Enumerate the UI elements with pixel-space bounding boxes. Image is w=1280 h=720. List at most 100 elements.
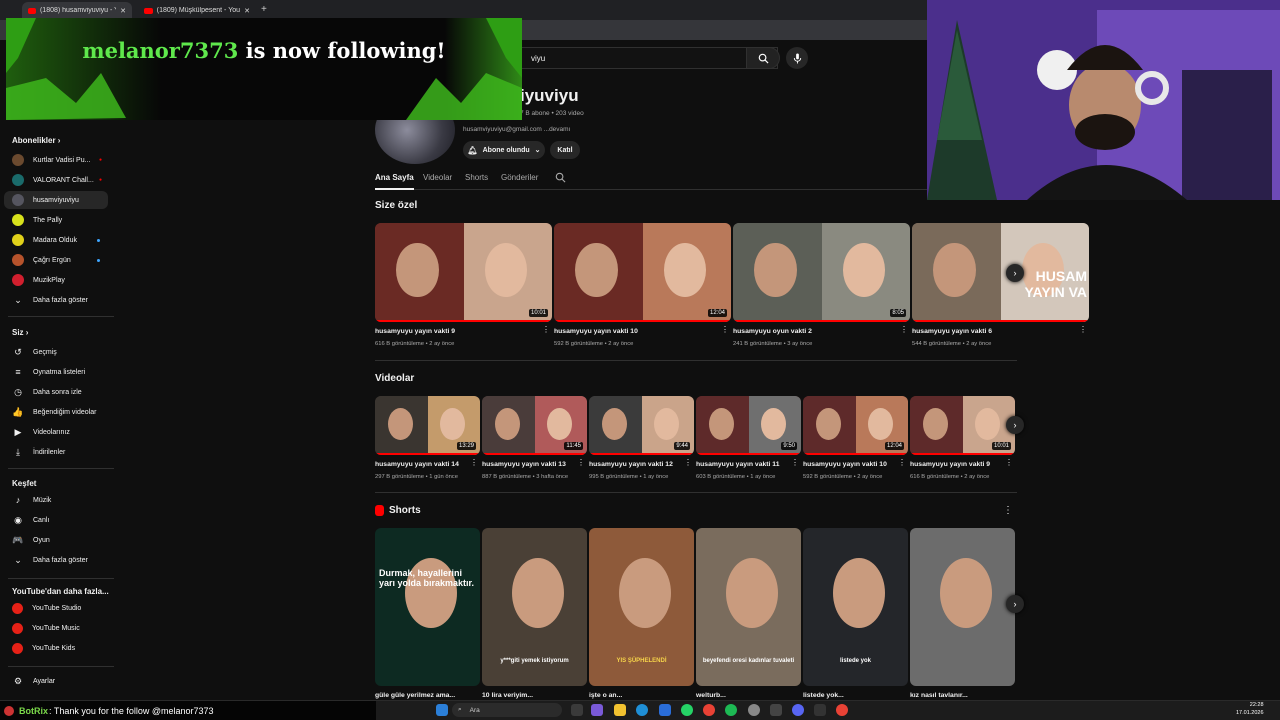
- short-title[interactable]: welturb...: [696, 692, 801, 699]
- video-title[interactable]: husamyuyu oyun vakti 2: [733, 328, 910, 335]
- video-title[interactable]: husamyuyu yayın vakti 11: [696, 461, 801, 468]
- subscribed-button[interactable]: 🔔︎ Abone olundu ⌄: [463, 141, 545, 159]
- join-button[interactable]: Katıl: [550, 141, 580, 159]
- short-title[interactable]: 10 lira veriyim...: [482, 692, 587, 699]
- subscription-item[interactable]: The Pally: [4, 211, 108, 229]
- video-title[interactable]: husamyuyu yayın vakti 9: [910, 461, 1015, 468]
- close-tab-icon[interactable]: ✕: [244, 7, 250, 15]
- sidebar-item[interactable]: ▶ Videolarınız: [4, 423, 108, 441]
- short-thumbnail[interactable]: Durmak, hayallerini yarı yolda bırakmakt…: [375, 528, 480, 686]
- sidebar-item[interactable]: ⌄ Daha fazla göster: [4, 551, 108, 569]
- task-view-icon[interactable]: [571, 704, 583, 716]
- video-title[interactable]: husamyuyu yayın vakti 10: [803, 461, 908, 468]
- video-thumbnail[interactable]: 8:05: [733, 223, 910, 322]
- video-card[interactable]: 13:29 husamyuyu yayın vakti 14 ⋮ 297 B görü…: [375, 396, 480, 480]
- video-title[interactable]: husamyuyu yayın vakti 10: [554, 328, 731, 335]
- discord-icon[interactable]: [792, 704, 804, 716]
- sidebar-item[interactable]: ♪ Müzik: [4, 491, 108, 509]
- whatsapp-icon[interactable]: [681, 704, 693, 716]
- short-thumbnail[interactable]: YIS ŞÜPHELENDİ: [589, 528, 694, 686]
- sidebar-item[interactable]: YouTube Kids: [4, 639, 108, 657]
- sidebar-item[interactable]: 👍 Beğendiğim videolar: [4, 403, 108, 421]
- file-explorer-icon[interactable]: [614, 704, 626, 716]
- sidebar-item[interactable]: ↺ Geçmiş: [4, 343, 108, 361]
- short-thumbnail[interactable]: [910, 528, 1015, 686]
- tab-home[interactable]: Ana Sayfa: [375, 173, 414, 190]
- video-card[interactable]: 10:01 husamyuyu yayın vakti 9 ⋮ 616 B görün…: [910, 396, 1015, 480]
- more-options-icon[interactable]: ⋮: [900, 325, 908, 334]
- tab-videos[interactable]: Videolar: [423, 173, 452, 182]
- chrome-icon[interactable]: [836, 704, 848, 716]
- video-card[interactable]: 9:50 husamyuyu yayın vakti 11 ⋮ 603 B görün…: [696, 396, 801, 480]
- more-options-icon[interactable]: ⋮: [1003, 505, 1013, 516]
- more-options-icon[interactable]: ⋮: [542, 325, 550, 334]
- video-card[interactable]: 11:45 husamyuyu yayın vakti 13 ⋮ 887 B görü…: [482, 396, 587, 480]
- windows-start-icon[interactable]: [436, 704, 448, 716]
- more-options-icon[interactable]: ⋮: [470, 458, 478, 467]
- settings-app-icon[interactable]: [748, 704, 760, 716]
- videos-heading[interactable]: Videolar: [375, 373, 414, 384]
- app-icon[interactable]: [770, 704, 782, 716]
- browser-tab[interactable]: (1809) Müşkülpesent - YouTube ✕: [138, 2, 256, 19]
- video-thumbnail[interactable]: 10:01: [375, 223, 552, 322]
- chrome-icon[interactable]: [703, 704, 715, 716]
- sidebar-item[interactable]: 🎮 Oyun: [4, 531, 108, 549]
- sidebar-item[interactable]: YouTube Music: [4, 619, 108, 637]
- short-thumbnail[interactable]: beyefendi oresi kadınlar tuvaleti: [696, 528, 801, 686]
- more-options-icon[interactable]: ⋮: [898, 458, 906, 467]
- shelf-next-button[interactable]: ›: [1006, 416, 1024, 434]
- video-thumbnail[interactable]: 9:44: [589, 396, 694, 455]
- settings-item[interactable]: ⚙ Ayarlar: [4, 672, 108, 690]
- short-card[interactable]: YIS ŞÜPHELENDİ işte o an...: [589, 528, 694, 699]
- channel-description[interactable]: husamviyuviyu@gmail.com ...devamı: [463, 126, 570, 133]
- subs-show-more[interactable]: ⌄ Daha fazla göster: [4, 291, 108, 309]
- video-title[interactable]: husamyuyu yayın vakti 13: [482, 461, 587, 468]
- you-heading[interactable]: Siz ›: [12, 328, 28, 337]
- video-thumbnail[interactable]: 9:50: [696, 396, 801, 455]
- short-card[interactable]: y***giti yemek istiyorum 10 lira veriyim.…: [482, 528, 587, 699]
- sidebar-item[interactable]: ≡ Oynatma listeleri: [4, 363, 108, 381]
- search-button[interactable]: [746, 47, 780, 69]
- video-card[interactable]: 12:04 husamyuyu yayın vakti 10 ⋮ 592 B görü…: [803, 396, 908, 480]
- tab-posts[interactable]: Gönderiler: [501, 173, 538, 182]
- short-card[interactable]: kız nasıl tavlanır...: [910, 528, 1015, 699]
- short-card[interactable]: beyefendi oresi kadınlar tuvaleti welturb…: [696, 528, 801, 699]
- video-card[interactable]: 10:01 husamyuyu yayın vakti 9 ⋮ 616 B görün…: [375, 223, 552, 347]
- video-title[interactable]: husamyuyu yayın vakti 14: [375, 461, 480, 468]
- video-card[interactable]: 9:44 husamyuyu yayın vakti 12 ⋮ 995 B görün…: [589, 396, 694, 480]
- subscription-item[interactable]: VALORANT Chall... ●: [4, 171, 108, 189]
- video-thumbnail[interactable]: 10:01: [910, 396, 1015, 455]
- more-options-icon[interactable]: ⋮: [1005, 458, 1013, 467]
- copilot-icon[interactable]: [591, 704, 603, 716]
- video-thumbnail[interactable]: 11:45: [482, 396, 587, 455]
- shelf-next-button[interactable]: ›: [1006, 595, 1024, 613]
- short-title[interactable]: kız nasıl tavlanır...: [910, 692, 1015, 699]
- sidebar-item[interactable]: ⤓ İndirilenler: [4, 443, 108, 461]
- video-thumbnail[interactable]: 12:04: [803, 396, 908, 455]
- short-title[interactable]: listede yok...: [803, 692, 908, 699]
- subscription-item[interactable]: husamviyuviyu: [4, 191, 108, 209]
- more-options-icon[interactable]: ⋮: [684, 458, 692, 467]
- spotify-icon[interactable]: [725, 704, 737, 716]
- video-card[interactable]: 8:05 husamyuyu oyun vakti 2 ⋮ 241 B görüntü…: [733, 223, 910, 347]
- shelf-next-button[interactable]: ›: [1006, 264, 1024, 282]
- short-thumbnail[interactable]: y***giti yemek istiyorum: [482, 528, 587, 686]
- new-tab-icon[interactable]: +: [261, 4, 267, 15]
- more-options-icon[interactable]: ⋮: [791, 458, 799, 467]
- video-title[interactable]: husamyuyu yayın vakti 6: [912, 328, 1089, 335]
- short-card[interactable]: listede yok listede yok...: [803, 528, 908, 699]
- short-card[interactable]: Durmak, hayallerini yarı yolda bırakmakt…: [375, 528, 480, 699]
- video-card[interactable]: 12:04 husamyuyu yayın vakti 10 ⋮ 592 B görü…: [554, 223, 731, 347]
- system-clock[interactable]: 22:28 17.01.2026: [1236, 701, 1264, 717]
- tab-shorts[interactable]: Shorts: [465, 173, 488, 182]
- subscription-item[interactable]: Madara Olduk: [4, 231, 108, 249]
- short-thumbnail[interactable]: listede yok: [803, 528, 908, 686]
- video-thumbnail[interactable]: 12:04: [554, 223, 731, 322]
- video-card[interactable]: HUSAM YAYIN VA husamyuyu yayın vakti 6 ⋮ 54…: [912, 223, 1089, 347]
- subscription-item[interactable]: Çağrı Ergün: [4, 251, 108, 269]
- subscriptions-heading[interactable]: Abonelikler ›: [12, 136, 60, 145]
- voice-search-button[interactable]: [786, 47, 808, 69]
- taskbar-search[interactable]: ⌕ Ara: [452, 703, 562, 717]
- channel-search-icon[interactable]: [555, 172, 566, 183]
- subscription-item[interactable]: MuzikPlay: [4, 271, 108, 289]
